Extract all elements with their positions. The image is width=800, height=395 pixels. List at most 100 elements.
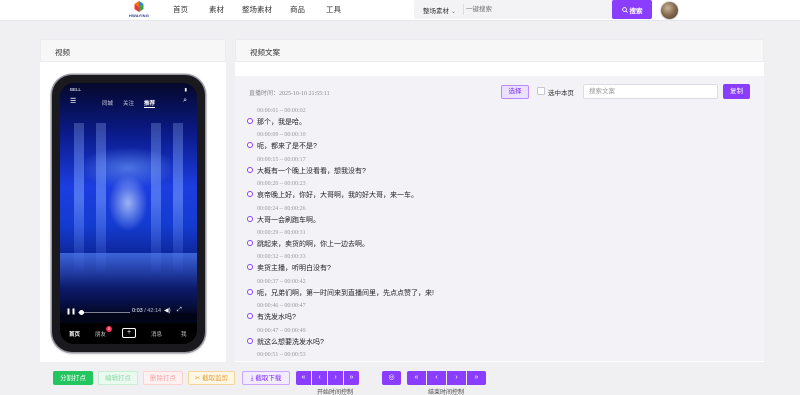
progress-bar[interactable] [78,312,130,313]
transcript-search-input[interactable]: 搜索文案 [583,84,718,99]
split-mark-button[interactable]: 分割打点 [53,371,93,385]
video-player[interactable] [60,83,197,313]
segment-dot-icon [247,264,253,271]
search-icon[interactable]: ⌕ [183,97,187,105]
total-time: / 42:14 [144,308,162,314]
pause-icon[interactable]: ❚❚ [66,308,76,315]
end-time-caption: 结束时间控制 [428,390,465,395]
segment-text: 那个，我是哈。 [257,119,306,126]
segment-text: 就这么想要洗发水吗? [257,338,324,346]
segment-time: 00:00:32 – 00:00:33 [257,254,306,261]
segment-time: 00:00:46 – 00:00:47 [257,303,306,310]
segment-time: 00:00:24 – 00:00:26 [257,205,306,212]
search-category-label: 整场素材 [423,8,449,15]
end-forward-fast-button[interactable]: » [467,371,486,385]
search-icon [621,6,628,13]
search-category-select[interactable]: 整场素材 ⌄ [423,5,456,15]
transcript-area: 直播时间：2025-10-10 21:55:11 选择 选中本页 搜索文案 复制… [235,76,764,361]
end-time-controls: « ‹ › » [407,371,486,385]
tab-recommend[interactable]: 推荐 [144,101,156,108]
nav-products[interactable]: 商品 [290,4,305,15]
segment-text: 跳起来，卖货的啊，你上一边去啊。 [257,241,369,248]
select-button[interactable]: 选择 [501,85,529,99]
delete-mark-button[interactable]: 删除打点 [143,371,183,385]
video-panel-header: 视频 [40,39,226,62]
segment-text: 有洗发水吗? [257,314,296,322]
start-rewind-fast-button[interactable]: « [296,371,311,385]
tab-local[interactable]: 同城 [102,101,113,107]
segment-dot-icon [247,337,253,344]
bottom-nav-home[interactable]: 首页 [69,330,80,338]
segment-dot-icon [247,166,253,173]
end-forward-button[interactable]: › [447,371,466,385]
start-forward-button[interactable]: › [328,371,343,385]
nav-full-material[interactable]: 整场素材 [242,4,272,15]
create-button[interactable]: + [122,328,136,338]
logo-icon [134,1,144,12]
search-group: 整场素材 ⌄ [414,0,639,19]
start-rewind-button[interactable]: ‹ [312,371,327,385]
bottom-nav-me[interactable]: 我 [181,330,187,338]
search-button-label: 搜索 [629,7,643,15]
notification-badge: 5 [106,326,112,332]
nav-home[interactable]: 首页 [173,4,188,15]
segment-time: 00:00:20 – 00:00:23 [257,181,306,188]
segment-time: 00:00:09 – 00:00:10 [257,132,306,139]
progress-handle[interactable] [79,310,84,315]
end-rewind-button[interactable]: ‹ [427,371,446,385]
segment-time: 00:00:15 – 00:00:17 [257,156,306,163]
video-panel-title: 视频 [55,48,70,57]
start-time-controls: « ‹ › » [296,371,359,385]
segment-text: 大概有一个晚上没看看，想我没有? [257,167,366,175]
avatar[interactable] [660,1,679,20]
current-time: 0:03 [132,308,143,314]
clip-button[interactable]: ✂ 截取监剪 [188,371,235,385]
phone-frame: BELL ▮ ☰ 同城 关注 推荐 ⌕ ❚❚ 0:03 / 42:14 ◀) ⤢ 首… [52,75,205,352]
segment-text: 卖货主播，听明白没有? [257,265,331,273]
top-navbar: HWAYING 首页 素材 整场素材 商品 工具 整场素材⌄ 搜索 [0,0,800,21]
feed-tabs: 同城 关注 推荐 [60,99,197,108]
clip-label: 截取监剪 [202,375,229,382]
bottom-nav-messages[interactable]: 消息 [151,330,162,338]
copy-button[interactable]: 复制 [723,84,750,99]
target-icon[interactable]: ◎ [382,371,401,385]
chevron-down-icon: ⌄ [451,9,457,15]
start-forward-fast-button[interactable]: » [344,371,359,385]
target-control: ◎ [382,371,401,385]
segment-time: 00:00:01 – 00:00:02 [257,108,306,114]
download-label: 截取下载 [255,375,282,382]
segment-text: 哀帝晚上好，你好，大哥啊，我的好大哥，来一车。 [257,192,418,200]
nav-tools[interactable]: 工具 [326,4,341,15]
copy-panel-header: 视频文案 [235,39,764,62]
stage-light [173,123,183,273]
segment-dot-icon [247,191,253,198]
edit-mark-button[interactable]: 编辑打点 [98,371,138,385]
live-time: 直播时间：2025-10-10 21:55:11 [249,91,330,97]
segment-dot-icon [247,142,253,149]
segment-text: 呃，都来了是不是? [257,143,317,151]
volume-icon[interactable]: ◀) [164,307,171,314]
tab-following[interactable]: 关注 [123,101,134,107]
clip-download-button[interactable]: ⤓ 截取下载 [242,371,290,385]
segment-dot-icon [247,215,253,222]
stage-light [96,123,106,273]
end-rewind-fast-button[interactable]: « [407,371,426,385]
fullscreen-icon[interactable]: ⤢ [177,307,182,314]
segment-dot-icon [247,288,253,295]
segment-time: 00:00:47 – 00:00:49 [257,327,306,334]
bottom-nav-friends[interactable]: 朋友 [95,330,106,338]
select-page-label: 选中本页 [548,90,574,97]
copy-panel-title: 视频文案 [250,48,280,57]
nav-material[interactable]: 素材 [209,4,224,15]
segment-dot-icon [247,118,253,124]
stage-floor [60,253,197,313]
carrier-status: BELL [70,87,82,92]
playback-time: 0:03 / 42:14 [132,308,161,314]
search-input[interactable] [466,2,611,17]
brand-logo[interactable]: HWAYING [126,1,152,20]
search-button[interactable]: 搜索 [612,0,652,19]
segment-time: 00:00:37 – 00:00:42 [257,278,306,285]
segment-time: 00:00:29 – 00:00:31 [257,230,306,236]
segment-text: 大哥一会刷跑车啊。 [257,216,320,224]
select-page-checkbox[interactable] [537,87,545,95]
